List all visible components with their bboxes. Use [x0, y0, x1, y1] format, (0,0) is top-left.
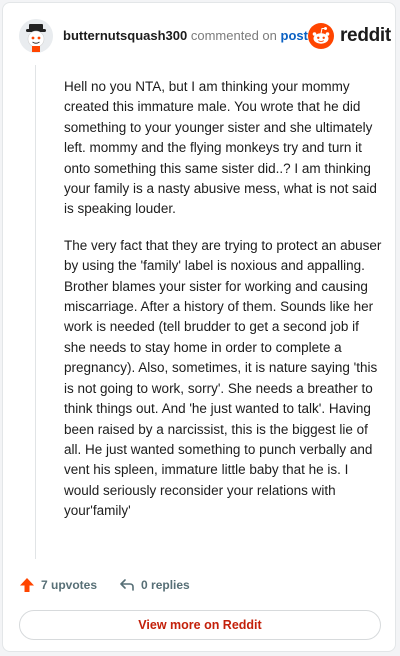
user-avatar[interactable] [19, 19, 53, 53]
comment-card: butternutsquash300 commented on post red… [2, 2, 396, 652]
comment-header: butternutsquash300 commented on post red… [19, 17, 391, 55]
comment-meta: butternutsquash300 commented on post [63, 28, 308, 44]
reddit-wordmark: reddit [339, 25, 391, 46]
view-more-button[interactable]: View more on Reddit [19, 610, 381, 640]
snoo-avatar-icon [19, 19, 53, 53]
author-name[interactable]: butternutsquash300 [63, 28, 187, 43]
reddit-logo[interactable]: reddit [307, 23, 391, 49]
reply-action[interactable]: 0 replies [119, 577, 190, 593]
upvote-action[interactable]: 7 upvotes [19, 577, 97, 593]
comment-paragraph-1: Hell no you NTA, but I am thinking your … [64, 79, 377, 217]
comment-actions: 7 upvotes 0 replies [19, 575, 212, 595]
reddit-snoo-icon [307, 23, 334, 49]
thread-line [35, 65, 36, 559]
upvote-count: 7 upvotes [41, 578, 98, 592]
upvote-arrow-icon [20, 578, 34, 592]
comment-paragraph-2: The very fact that they are trying to pr… [64, 237, 382, 519]
comment-body: Hell no you NTA, but I am thinking your … [64, 77, 384, 538]
commented-on-text: commented on [190, 28, 277, 43]
reply-count: 0 replies [141, 578, 190, 592]
post-link[interactable]: post [281, 28, 308, 43]
reply-arrow-icon [120, 579, 134, 591]
